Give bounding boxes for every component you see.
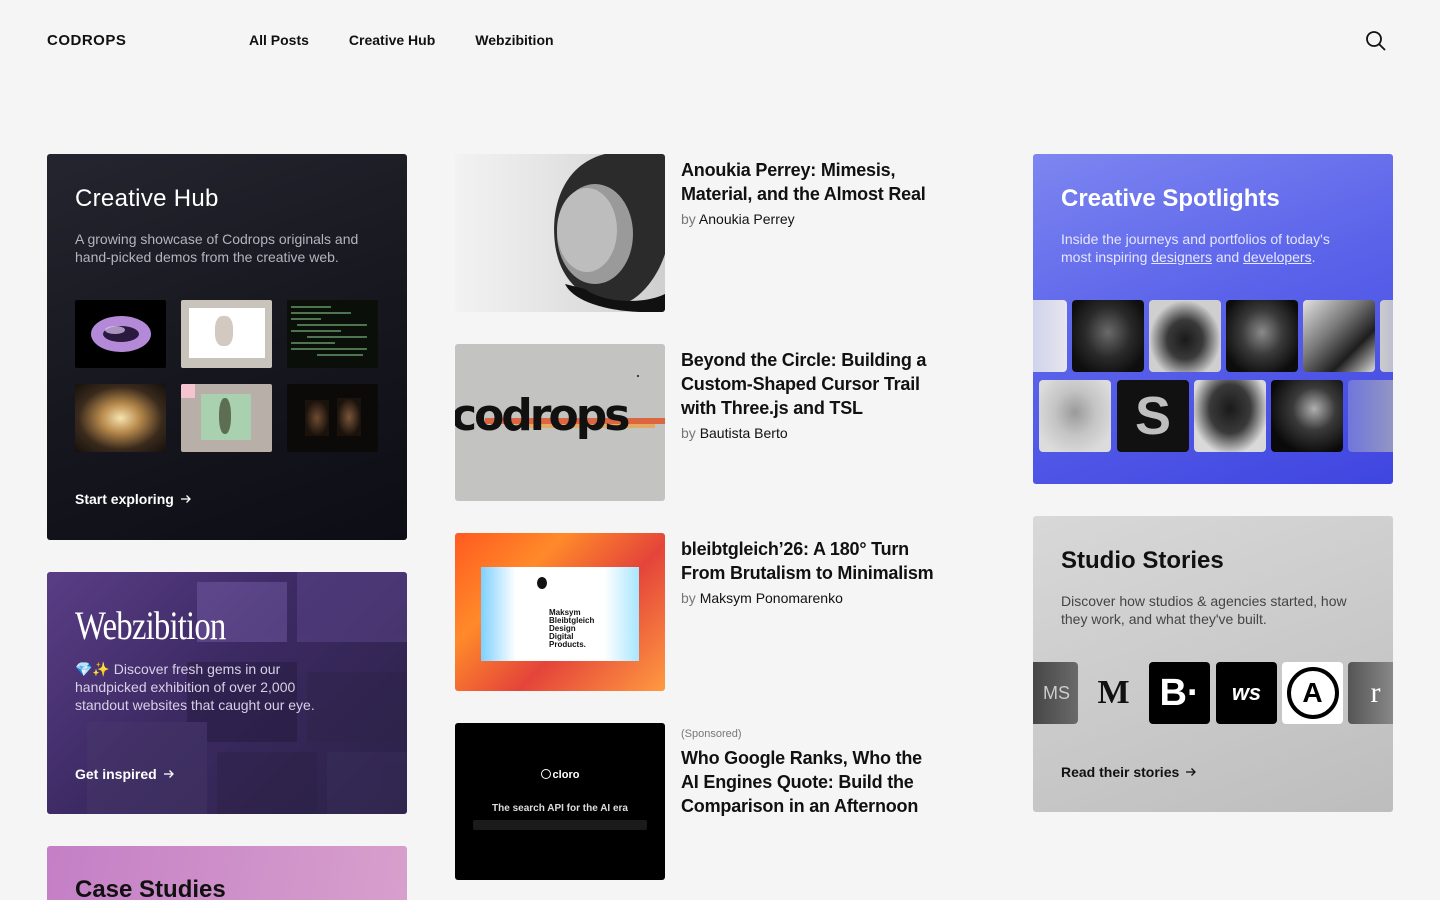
article-text: Anoukia Perrey: Mimesis, Material, and t… — [681, 158, 935, 227]
studio-stories-title: Studio Stories — [1061, 547, 1224, 574]
bleibtgleich-poster-text: Maksym Bleibtgleich Design Digital Produ… — [549, 608, 595, 649]
article-text: Beyond the Circle: Building a Custom-Sha… — [681, 348, 935, 441]
search-button[interactable] — [1364, 29, 1388, 53]
hub-thumb-3[interactable] — [287, 300, 378, 368]
article-text: (Sponsored) Who Google Ranks, Who the AI… — [681, 728, 935, 818]
developers-link[interactable]: developers — [1243, 249, 1312, 265]
arrow-right-icon — [163, 770, 174, 778]
portrait[interactable] — [1033, 300, 1067, 372]
s-logo-icon: S — [1134, 386, 1172, 446]
get-inspired-link[interactable]: Get inspired — [75, 766, 175, 782]
studio-logo[interactable]: A — [1282, 662, 1343, 724]
arrow-right-icon — [180, 495, 191, 503]
portrait[interactable] — [1226, 300, 1298, 372]
sponsored-label: (Sponsored) — [681, 728, 742, 740]
portrait[interactable] — [1149, 300, 1221, 372]
article-title[interactable]: Who Google Ranks, Who the AI Engines Quo… — [681, 746, 935, 818]
read-their-stories-label: Read their stories — [1061, 764, 1180, 780]
article-text: bleibtgleich’26: A 180° Turn From Brutal… — [681, 537, 935, 606]
creative-spotlights-description: Inside the journeys and portfolios of to… — [1061, 231, 1330, 265]
arrow-right-icon — [1186, 768, 1197, 776]
nav-creative-hub[interactable]: Creative Hub — [349, 32, 435, 48]
nav-all-posts[interactable]: All Posts — [249, 32, 309, 48]
portrait[interactable] — [1348, 380, 1393, 452]
webzibition-card[interactable]: Webzibition 💎✨ Discover fresh gems in ou… — [47, 572, 407, 814]
search-icon — [1366, 31, 1386, 51]
article-image-cursor-trail[interactable]: codrops — [455, 344, 665, 501]
article-image-cloro[interactable]: cloro The search API for the AI era — [455, 723, 665, 880]
get-inspired-label: Get inspired — [75, 766, 157, 782]
portrait[interactable] — [1303, 300, 1375, 372]
nav-webzibition[interactable]: Webzibition — [475, 32, 553, 48]
studio-logo[interactable]: M — [1083, 662, 1144, 724]
hub-thumb-5[interactable] — [181, 384, 272, 452]
designers-link[interactable]: designers — [1151, 249, 1212, 265]
read-their-stories-link[interactable]: Read their stories — [1061, 764, 1197, 780]
hub-thumb-1[interactable] — [75, 300, 166, 368]
case-studies-card[interactable]: Case Studies — [47, 846, 407, 900]
site-logo[interactable]: CODROPS — [47, 32, 126, 49]
studio-logos: MS M B· ws A r — [1033, 662, 1393, 724]
webzibition-title: Webzibition — [75, 603, 226, 648]
article-title[interactable]: bleibtgleich’26: A 180° Turn From Brutal… — [681, 537, 935, 585]
article-item[interactable]: cloro The search API for the AI era (Spo… — [455, 723, 935, 880]
article-author: by Bautista Berto — [681, 425, 788, 441]
portrait[interactable] — [1039, 380, 1111, 452]
article-author: by Maksym Ponomarenko — [681, 590, 843, 606]
start-exploring-label: Start exploring — [75, 491, 174, 507]
article-item[interactable]: codrops Beyond the Circle: Building a Cu… — [455, 344, 935, 501]
hub-thumb-4[interactable] — [75, 384, 166, 452]
codrops-wordmark: codrops — [455, 390, 629, 441]
article-image-anoukia[interactable] — [455, 154, 665, 312]
creative-spotlights-card[interactable]: Creative Spotlights Inside the journeys … — [1033, 154, 1393, 484]
portrait[interactable] — [1271, 380, 1343, 452]
article-author: by Anoukia Perrey — [681, 211, 795, 227]
creative-hub-card[interactable]: Creative Hub A growing showcase of Codro… — [47, 154, 407, 540]
creative-hub-thumbnails — [75, 300, 378, 452]
studio-logo[interactable]: MS — [1033, 662, 1078, 724]
studio-logo[interactable]: r — [1348, 662, 1393, 724]
creative-spotlights-title: Creative Spotlights — [1061, 185, 1280, 212]
cloro-tagline: The search API for the AI era — [492, 803, 628, 814]
portrait[interactable]: S — [1117, 380, 1189, 452]
article-item[interactable]: Anoukia Perrey: Mimesis, Material, and t… — [455, 154, 935, 312]
author-name[interactable]: Maksym Ponomarenko — [700, 590, 843, 606]
hub-thumb-6[interactable] — [287, 384, 378, 452]
cloro-brand-icon — [540, 769, 551, 779]
article-image-bleibtgleich[interactable]: Maksym Bleibtgleich Design Digital Produ… — [455, 533, 665, 691]
portrait[interactable] — [1072, 300, 1144, 372]
webzibition-description: 💎✨ Discover fresh gems in our handpicked… — [75, 661, 315, 713]
studio-stories-card[interactable]: Studio Stories Discover how studios & ag… — [1033, 516, 1393, 812]
spotlight-portraits: S — [1033, 300, 1393, 452]
portrait[interactable] — [1194, 380, 1266, 452]
article-item[interactable]: Maksym Bleibtgleich Design Digital Produ… — [455, 533, 935, 691]
article-title[interactable]: Beyond the Circle: Building a Custom-Sha… — [681, 348, 935, 420]
hub-thumb-2[interactable] — [181, 300, 272, 368]
studio-logo[interactable]: B· — [1149, 662, 1210, 724]
site-header: CODROPS All Posts Creative Hub Webzibiti… — [0, 0, 1440, 82]
studio-stories-description: Discover how studios & agencies started,… — [1061, 593, 1347, 627]
creative-hub-description: A growing showcase of Codrops originals … — [75, 231, 359, 265]
case-studies-title: Case Studies — [75, 876, 226, 900]
studio-logo[interactable]: ws — [1216, 662, 1277, 724]
main-nav: All Posts Creative Hub Webzibition — [249, 32, 554, 48]
cloro-logo: cloro — [455, 769, 665, 781]
portrait[interactable] — [1380, 300, 1393, 372]
author-name[interactable]: Anoukia Perrey — [699, 211, 795, 227]
author-name[interactable]: Bautista Berto — [700, 425, 788, 441]
creative-hub-title: Creative Hub — [75, 185, 219, 212]
article-title[interactable]: Anoukia Perrey: Mimesis, Material, and t… — [681, 158, 935, 206]
start-exploring-link[interactable]: Start exploring — [75, 491, 192, 507]
